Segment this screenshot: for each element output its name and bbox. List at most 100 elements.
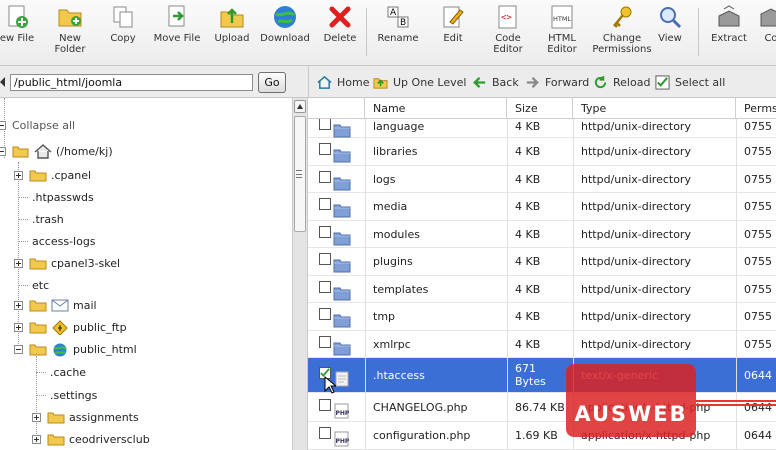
copy-button[interactable]: Copy [104,4,142,44]
splitter-grip-icon[interactable] [296,170,302,178]
tree-item-settings[interactable]: .settings [32,385,97,405]
file-size: 4 KB [515,282,541,296]
file-row[interactable]: modules 4 KB httpd/unix-directory 0755 [308,221,776,248]
reload-button[interactable]: Reload [593,74,650,90]
row-checkbox[interactable] [319,398,331,411]
tree-item-ceodriversclub[interactable]: ceodriversclub [32,429,150,449]
tree-item-label: .cache [50,365,87,379]
file-size: 1.69 KB [515,429,558,442]
new-file-button[interactable]: ew File [0,4,42,44]
tree-item-label: public_ftp [73,320,127,334]
back-button[interactable]: Back [472,74,519,90]
svg-text:<>: <> [501,13,512,23]
header-size[interactable]: Size [507,98,573,119]
expander-minus-icon[interactable] [0,146,6,156]
file-row[interactable]: PHPCHANGELOG.php86.74 KBapplication/x-ht… [308,393,776,422]
row-checkbox[interactable] [319,117,331,130]
view-button[interactable]: View [654,4,686,44]
compress-button[interactable]: Co [756,4,776,44]
file-name: media [373,200,408,213]
expander-plus-icon[interactable] [14,300,23,310]
select-all-button[interactable]: Select all [655,74,725,90]
tree-item-cpanel3-skel[interactable]: cpanel3-skel [14,253,120,273]
tree-item-label: cpanel3-skel [51,256,121,270]
row-checkbox[interactable] [319,280,331,293]
download-icon [274,6,296,28]
edit-button[interactable]: Edit [440,4,466,44]
download-button[interactable]: Download [258,4,312,44]
row-checkbox[interactable] [319,143,331,155]
tree-item-public-ftp[interactable]: public_ftp [14,317,127,337]
file-size: 86.74 KB [515,400,565,414]
header-perms[interactable]: Perms [736,98,776,119]
expander-plus-icon[interactable] [14,322,23,332]
file-list: Name Size Type Perms language 4 KB httpd/u… [308,98,776,450]
file-row[interactable]: plugins 4 KB httpd/unix-directory 0755 [308,248,776,276]
folder-icon [29,300,47,311]
tree-item-access-logs[interactable]: access-logs [14,231,96,251]
toolbar-separator [366,8,367,56]
new-folder-button[interactable]: New Folder [48,4,92,55]
file-size: 4 KB [515,337,541,351]
change-permissions-button[interactable]: Change Permissions [590,4,654,55]
file-perms: 0755 [744,227,772,241]
tree-item-cache[interactable]: .cache [32,362,86,382]
row-checkbox[interactable] [319,308,331,320]
file-size: 4 KB [515,200,541,213]
expander-minus-icon[interactable] [14,344,23,354]
expander-plus-icon[interactable] [14,170,23,180]
collapse-all-link[interactable]: Collapse all [0,115,75,135]
file-perms: 0755 [744,282,772,296]
scroll-up-arrow-icon[interactable] [294,100,306,113]
folder-icon [333,124,351,137]
tree-item-assignments[interactable]: assignments [32,407,139,427]
row-checkbox[interactable] [319,427,331,439]
extract-button[interactable]: Extract [708,4,750,44]
folder-icon [333,204,351,218]
file-row[interactable]: media 4 KB httpd/unix-directory 0755 [308,193,776,221]
home-icon [34,143,52,159]
file-name: logs [373,172,396,186]
tree-item-cpanel[interactable]: .cpanel [14,165,91,185]
tree-root[interactable]: (/home/kj) [0,141,113,161]
go-button[interactable]: Go [258,72,286,93]
move-file-button[interactable]: Move File [150,4,204,44]
file-row[interactable]: .htaccess671 Bytestext/x-generic0644 [308,358,776,393]
delete-button[interactable]: Delete [320,4,360,44]
copy-icon [113,6,133,28]
file-row[interactable]: templates 4 KB httpd/unix-directory 0755 [308,276,776,303]
delete-icon [329,6,351,28]
tree-item-public-html[interactable]: public_html [14,339,137,359]
row-checkbox[interactable] [319,225,331,238]
row-checkbox[interactable] [319,335,331,348]
home-button[interactable]: Home [317,74,369,90]
collapse-arrow-icon[interactable] [0,77,5,87]
forward-button[interactable]: Forward [525,74,589,90]
html-editor-button[interactable]: HTML HTML Editor [542,4,582,55]
file-row[interactable]: libraries 4 KB httpd/unix-directory 0755 [308,138,776,166]
panel-splitter[interactable] [292,98,308,450]
file-row[interactable]: PHPconfiguration.php1.69 KBapplication/x… [308,422,776,450]
path-input[interactable] [10,74,253,91]
tree-item-trash[interactable]: .trash [14,209,64,229]
header-name[interactable]: Name [365,98,507,119]
new-file-icon [8,5,28,28]
row-checkbox[interactable] [319,253,331,265]
file-row[interactable]: tmp 4 KB httpd/unix-directory 0755 [308,303,776,331]
code-editor-button[interactable]: <> Code Editor [488,4,528,55]
tree-item-htpasswds[interactable]: .htpasswds [14,187,94,207]
header-type[interactable]: Type [573,98,736,119]
tree-item-etc[interactable]: etc [14,275,49,295]
up-one-level-button[interactable]: Up One Level [373,74,466,90]
tree-item-label: .cpanel [51,168,92,182]
row-checkbox[interactable] [319,170,331,183]
expander-plus-icon[interactable] [32,434,41,444]
file-row[interactable]: logs 4 KB httpd/unix-directory 0755 [308,166,776,193]
upload-button[interactable]: Upload [212,4,252,44]
row-checkbox[interactable] [319,198,331,210]
rename-button[interactable]: A B Rename [376,4,420,44]
expander-plus-icon[interactable] [14,258,23,268]
expander-plus-icon[interactable] [32,412,41,422]
file-row[interactable]: xmlrpc 4 KB httpd/unix-directory 0755 [308,331,776,358]
tree-item-mail[interactable]: mail [14,295,97,315]
